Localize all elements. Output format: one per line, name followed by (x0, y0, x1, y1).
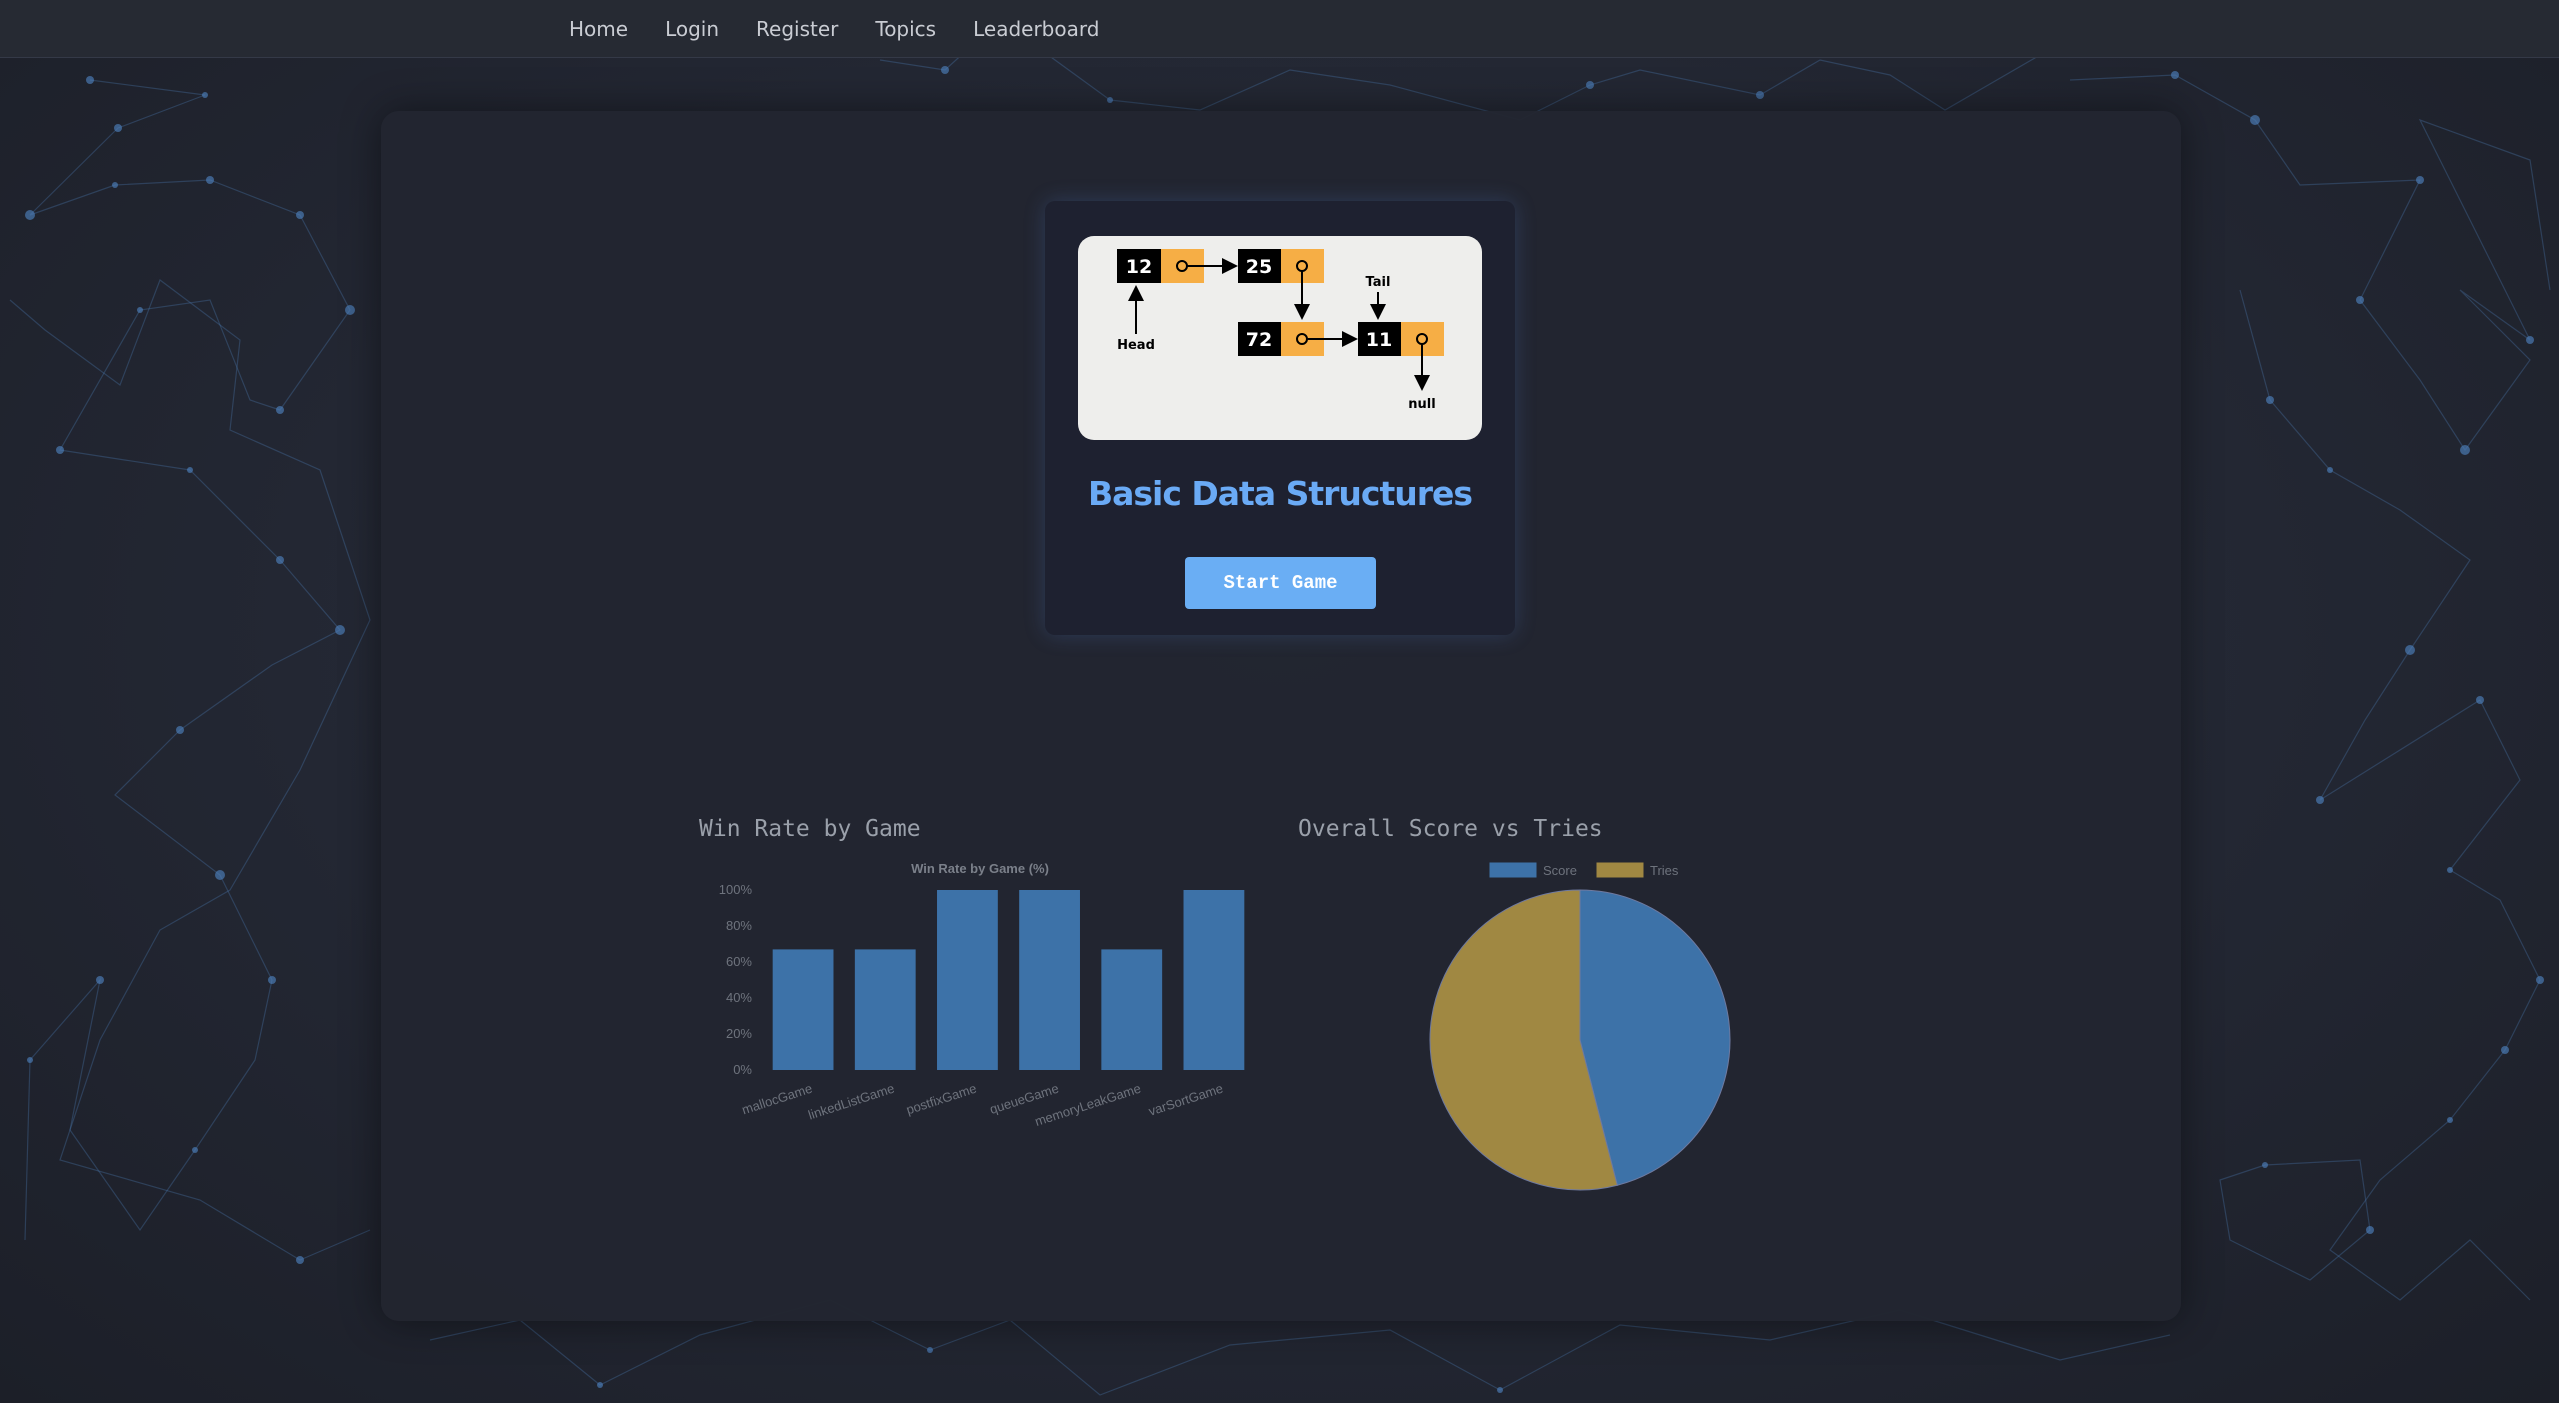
legend-label-score: Score (1543, 863, 1577, 878)
y-tick-label: 0% (733, 1062, 752, 1077)
nav-register-link[interactable]: Register (756, 17, 838, 41)
topic-card: 12 25 72 11 Head Tail null Basic Data St… (1045, 201, 1515, 635)
list-node-value: 12 (1126, 256, 1152, 278)
top-navigation-bar: Home Login Register Topics Leaderboard (0, 0, 2559, 58)
y-tick-label: 20% (726, 1026, 752, 1041)
null-label: null (1408, 397, 1435, 412)
nav-links: Home Login Register Topics Leaderboard (569, 0, 1099, 57)
linked-list-diagram: 12 25 72 11 Head Tail null (1117, 249, 1444, 412)
linked-list-diagram-image: 12 25 72 11 Head Tail null (1078, 236, 1482, 440)
win-rate-chart-heading: Win Rate by Game (699, 816, 921, 842)
nav-home-link[interactable]: Home (569, 17, 628, 41)
x-tick-label: varSortGame (1147, 1081, 1225, 1119)
x-tick-label: mallocGame (740, 1081, 814, 1118)
nav-login-link[interactable]: Login (665, 17, 719, 41)
bar-linkedListGame[interactable] (854, 949, 916, 1070)
bar-memoryLeakGame[interactable] (1101, 949, 1163, 1070)
list-node-value: 11 (1366, 329, 1392, 351)
legend-label-tries: Tries (1650, 863, 1679, 878)
bar-varSortGame[interactable] (1183, 890, 1245, 1070)
list-node-value: 25 (1246, 256, 1272, 278)
bar-queueGame[interactable] (1019, 890, 1080, 1070)
topic-title: Basic Data Structures (1087, 474, 1473, 513)
bar-postfixGame[interactable] (937, 890, 998, 1070)
y-tick-label: 80% (726, 918, 752, 933)
list-node-value: 72 (1246, 329, 1272, 351)
score-vs-tries-pie-chart: Score Tries (1429, 862, 1731, 1191)
head-label: Head (1117, 338, 1155, 353)
bar-chart-title: Win Rate by Game (%) (911, 861, 1049, 876)
x-tick-label: postfixGame (904, 1081, 978, 1118)
nav-topics-link[interactable]: Topics (875, 17, 936, 41)
y-tick-label: 100% (719, 882, 753, 897)
legend-swatch-tries[interactable] (1596, 862, 1644, 878)
y-tick-label: 60% (726, 954, 752, 969)
x-tick-label: linkedListGame (806, 1081, 896, 1123)
score-chart-heading: Overall Score vs Tries (1298, 816, 1603, 842)
start-game-button[interactable]: Start Game (1185, 557, 1376, 609)
nav-leaderboard-link[interactable]: Leaderboard (973, 17, 1099, 41)
tail-label: Tail (1366, 275, 1391, 290)
y-tick-label: 40% (726, 990, 752, 1005)
bar-mallocGame[interactable] (772, 949, 834, 1070)
win-rate-bar-chart: Win Rate by Game (%) 0%20%40%60%80%100% … (719, 861, 1245, 1129)
legend-swatch-score[interactable] (1489, 862, 1537, 878)
